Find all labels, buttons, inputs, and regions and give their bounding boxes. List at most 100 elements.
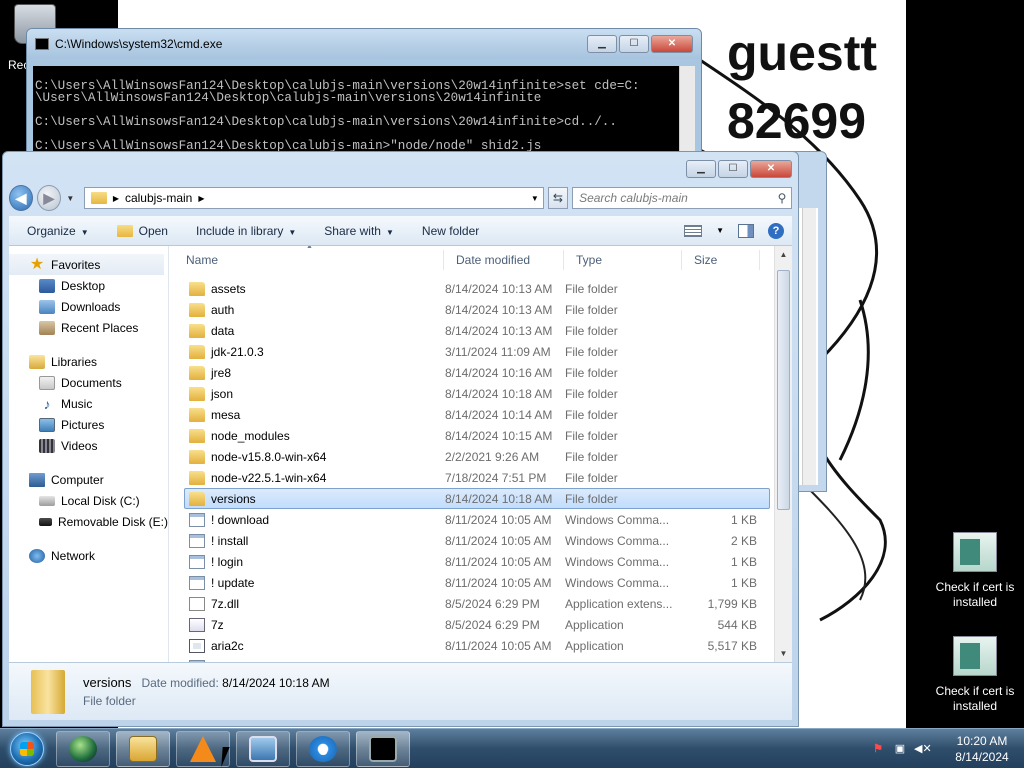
file-size: 1 KB — [730, 512, 757, 527]
search-box[interactable]: Search calubjs-main ⚲ — [572, 187, 792, 209]
minimize-button[interactable]: ▁ — [686, 160, 716, 178]
nav-label: Recent Places — [61, 320, 139, 335]
open-button[interactable]: Open — [103, 224, 182, 238]
share-with-menu[interactable]: Share with ▼ — [310, 224, 408, 238]
view-dropdown-icon[interactable]: ▼ — [716, 226, 724, 235]
close-button[interactable]: ✕ — [651, 35, 693, 53]
change-view-icon[interactable] — [684, 224, 703, 237]
preview-pane-icon[interactable] — [738, 223, 754, 238]
recent-pages-dropdown[interactable]: ▼ — [65, 194, 76, 203]
file-type: File folder — [565, 428, 618, 443]
file-date: 8/14/2024 10:14 AM — [445, 407, 553, 422]
column-header-type[interactable]: Type — [564, 249, 682, 270]
new-folder-button[interactable]: New folder — [408, 224, 493, 238]
file-row[interactable]: assets 8/14/2024 10:13 AM File folder — [184, 278, 770, 299]
file-row[interactable]: ! install 8/11/2024 10:05 AM Windows Comma… — [184, 530, 770, 551]
explorer-window[interactable]: ▁ ☐ ✕ ◀ ▶ ▼ ▶ calubjs-main ▶ ▼ ⇆ Search … — [2, 151, 799, 727]
file-row[interactable]: 7z.dll 8/5/2024 6:29 PM Application extens… — [184, 593, 770, 614]
column-header-date[interactable]: Date modified — [444, 249, 564, 270]
nav-network[interactable]: Network — [9, 545, 168, 566]
action-center-flag-icon[interactable]: ⚑ — [870, 742, 886, 756]
scroll-up-arrow-icon[interactable]: ▲ — [775, 250, 792, 259]
file-name-cell: ! update — [185, 575, 445, 590]
maximize-button[interactable]: ☐ — [718, 160, 748, 178]
file-list-scrollbar[interactable]: ▲ ▼ — [774, 246, 792, 662]
desktop-shortcut-check-cert-1[interactable]: Check if cert is installed — [930, 532, 1020, 610]
file-row[interactable]: json 8/14/2024 10:18 AM File folder — [184, 383, 770, 404]
file-row[interactable]: mesa 8/14/2024 10:14 AM File folder — [184, 404, 770, 425]
file-date: 8/11/2024 10:05 AM — [445, 512, 552, 527]
nav-label: Downloads — [61, 299, 121, 314]
taskbar-windows-explorer[interactable] — [116, 730, 170, 767]
taskbar-command-prompt[interactable] — [356, 730, 410, 767]
taskbar-internet-explorer[interactable]: e — [296, 730, 350, 767]
file-row[interactable]: node-v22.5.1-win-x64 7/18/2024 7:51 PM Fil… — [184, 467, 770, 488]
breadcrumb-item[interactable]: calubjs-main — [125, 191, 192, 205]
nav-downloads[interactable]: Downloads — [9, 296, 168, 317]
file-date: 8/14/2024 10:16 AM — [445, 365, 553, 380]
maximize-button[interactable]: ☐ — [619, 35, 649, 53]
file-row[interactable]: data 8/14/2024 10:13 AM File folder — [184, 320, 770, 341]
scroll-down-arrow-icon[interactable]: ▼ — [775, 649, 792, 658]
file-row[interactable]: versions 8/14/2024 10:18 AM File folder — [184, 488, 770, 509]
nav-computer[interactable]: Computer — [9, 469, 168, 490]
volume-muted-icon[interactable]: ◀✕ — [914, 742, 932, 756]
nav-music[interactable]: ♪ Music — [9, 393, 168, 414]
column-header-size[interactable]: Size — [682, 249, 760, 270]
file-row[interactable]: ! login 8/11/2024 10:05 AM Windows Comma..… — [184, 551, 770, 572]
file-row[interactable]: node_modules 8/14/2024 10:15 AM File folde… — [184, 425, 770, 446]
file-type: Windows Comma... — [565, 575, 670, 590]
breadcrumb-arrow-icon[interactable]: ▶ — [198, 194, 204, 203]
help-icon[interactable]: ? — [768, 222, 784, 239]
file-name-cell: 7z — [185, 617, 445, 632]
nav-removable-disk[interactable]: Removable Disk (E:) — [9, 511, 168, 532]
file-name: 7z — [211, 617, 224, 632]
cmd-scrollbar[interactable] — [679, 66, 695, 157]
start-button[interactable] — [6, 729, 50, 768]
nav-documents[interactable]: Documents — [9, 372, 168, 393]
file-row[interactable]: jre8 8/14/2024 10:16 AM File folder — [184, 362, 770, 383]
taskbar-photo-viewer[interactable] — [236, 730, 290, 767]
nav-libraries[interactable]: Libraries — [9, 351, 168, 372]
file-row[interactable]: ! download 8/11/2024 10:05 AM Windows Comm… — [184, 509, 770, 530]
nav-desktop[interactable]: Desktop — [9, 275, 168, 296]
refresh-button[interactable]: ⇆ — [547, 187, 569, 209]
file-row[interactable]: node-v15.8.0-win-x64 2/2/2021 9:26 AM File… — [184, 446, 770, 467]
nav-favorites[interactable]: ★ Favorites — [9, 254, 164, 275]
nav-local-disk[interactable]: Local Disk (C:) — [9, 490, 168, 511]
scrollbar-thumb[interactable] — [777, 270, 790, 510]
background-window-scrollbar[interactable] — [802, 208, 816, 485]
nav-videos[interactable]: Videos — [9, 435, 168, 456]
cmd-line: \Users\AllWinsowsFan124\Desktop\calubjs-… — [35, 91, 542, 105]
file-row[interactable]: aria2c 8/11/2024 10:05 AM Application 5,517… — [184, 635, 770, 656]
desktop-shortcut-check-cert-2[interactable]: Check if cert is installed — [930, 636, 1020, 714]
file-row[interactable]: ! update 8/11/2024 10:05 AM Windows Comma.… — [184, 572, 770, 593]
address-bar[interactable]: ▶ calubjs-main ▶ ▼ — [83, 187, 544, 209]
back-button[interactable]: ◀ — [9, 185, 33, 211]
minimize-button[interactable]: ▁ — [587, 35, 617, 53]
file-name-cell: node-v15.8.0-win-x64 — [185, 449, 445, 464]
recent-places-icon — [39, 320, 55, 335]
clock[interactable]: 10:20 AM 8/14/2024 — [950, 733, 1014, 765]
forward-button[interactable]: ▶ — [36, 185, 61, 211]
nav-recent-places[interactable]: Recent Places — [9, 317, 168, 338]
cmd-window[interactable]: C:\Windows\system32\cmd.exe ▁ ☐ ✕ C:\Use… — [26, 28, 702, 158]
nav-label: Libraries — [51, 354, 98, 369]
cmd-console-output[interactable]: C:\Users\AllWinsowsFan124\Desktop\calubj… — [33, 66, 679, 157]
nav-pictures[interactable]: Pictures — [9, 414, 168, 435]
include-in-library-menu[interactable]: Include in library ▼ — [182, 224, 310, 238]
cmd-title: C:\Windows\system32\cmd.exe — [55, 37, 223, 51]
file-row[interactable]: 7z 8/5/2024 6:29 PM Application 544 KB — [184, 614, 770, 635]
file-name: node-v15.8.0-win-x64 — [211, 449, 327, 464]
search-icon[interactable]: ⚲ — [773, 191, 791, 205]
file-row[interactable]: jdk-21.0.3 3/11/2024 11:09 AM File folder — [184, 341, 770, 362]
taskbar-media-player[interactable] — [56, 730, 110, 767]
network-status-icon[interactable]: ▣ — [892, 742, 908, 756]
column-header-name[interactable]: Name — [174, 249, 444, 270]
close-button[interactable]: ✕ — [750, 160, 792, 178]
organize-menu[interactable]: Organize ▼ — [13, 224, 103, 238]
file-name: ! update — [211, 575, 255, 590]
breadcrumb-arrow-icon[interactable]: ▶ — [113, 194, 119, 203]
file-row[interactable]: auth 8/14/2024 10:13 AM File folder — [184, 299, 770, 320]
address-dropdown-icon[interactable]: ▼ — [531, 194, 543, 203]
